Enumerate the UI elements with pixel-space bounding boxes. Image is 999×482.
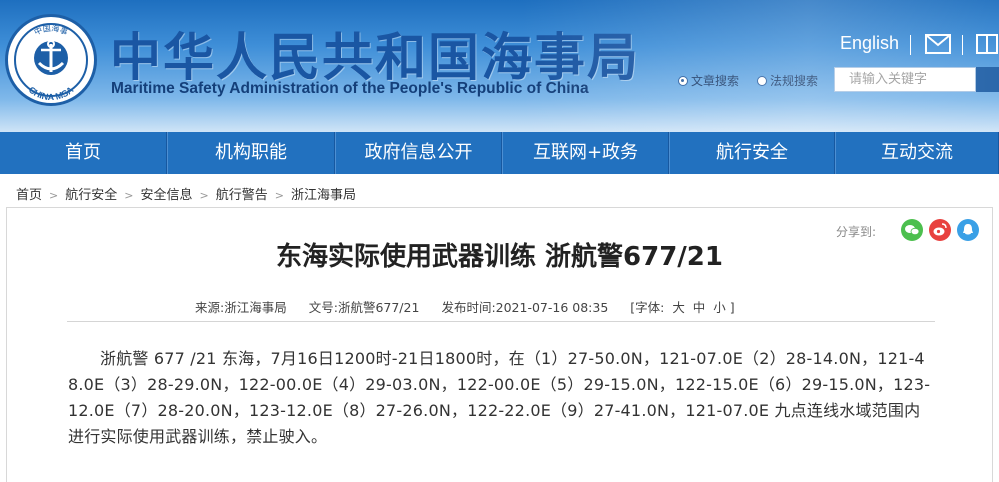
article-doc-no: 浙航警677/21 bbox=[337, 300, 420, 315]
article-source: 浙江海事局 bbox=[224, 300, 287, 315]
radio-selected-icon[interactable] bbox=[678, 76, 688, 86]
search-input[interactable]: 请输入关键字 bbox=[834, 67, 976, 92]
nav-item-gov-info[interactable]: 政府信息公开 bbox=[335, 132, 502, 174]
radio-unselected-icon[interactable] bbox=[757, 76, 767, 86]
divider bbox=[962, 35, 963, 55]
search-button[interactable] bbox=[976, 67, 999, 92]
radio-article-search[interactable]: 文章搜索 bbox=[678, 72, 739, 89]
doc-no-label: 文号: bbox=[308, 300, 338, 315]
chevron-right-icon: > bbox=[274, 189, 284, 202]
mail-icon[interactable] bbox=[925, 34, 951, 54]
site-subtitle: Maritime Safety Administration of the Pe… bbox=[111, 80, 589, 97]
site-header: 中国海事 CHINA MSA 中华人民共和国海事局 Maritime Safet… bbox=[0, 0, 999, 132]
font-size-controls[interactable]: [字体: 大 中 小 ] bbox=[630, 300, 734, 315]
chevron-right-icon: > bbox=[124, 189, 134, 202]
article-meta: 来源:浙江海事局 文号:浙航警677/21 发布时间:2021-07-16 08:3… bbox=[195, 297, 735, 316]
article-body: 浙航警 677 /21 东海，7月16日1200时-21日1800时，在（1）2… bbox=[68, 349, 931, 446]
book-icon[interactable] bbox=[975, 33, 999, 55]
meta-divider bbox=[67, 321, 935, 322]
date-label: 发布时间: bbox=[441, 300, 496, 315]
nav-item-functions[interactable]: 机构职能 bbox=[167, 132, 335, 174]
nav-item-interaction[interactable]: 互动交流 bbox=[835, 132, 999, 174]
breadcrumb-navigation-safety[interactable]: 航行安全 bbox=[65, 184, 117, 203]
breadcrumb-zhejiang-msa[interactable]: 浙江海事局 bbox=[291, 184, 356, 203]
svg-text:CHINA MSA: CHINA MSA bbox=[27, 84, 76, 102]
svg-text:中国海事: 中国海事 bbox=[32, 23, 69, 37]
nav-item-internet-gov[interactable]: 互联网+政务 bbox=[502, 132, 669, 174]
source-label: 来源: bbox=[195, 300, 225, 315]
nav-item-home[interactable]: 首页 bbox=[0, 132, 167, 174]
divider bbox=[910, 35, 911, 55]
main-nav: 首页 机构职能 政府信息公开 互联网+政务 航行安全 互动交流 bbox=[0, 132, 999, 174]
site-title: 中华人民共和国海事局 bbox=[110, 28, 641, 88]
breadcrumb: 首页 > 航行安全 > 安全信息 > 航行警告 > 浙江海事局 bbox=[16, 184, 356, 203]
article-title: 东海实际使用武器训练 浙航警677/21 bbox=[275, 242, 723, 272]
radio-regulation-search[interactable]: 法规搜索 bbox=[757, 72, 818, 89]
english-link[interactable]: English bbox=[840, 33, 899, 54]
chevron-right-icon: > bbox=[199, 189, 209, 202]
nav-item-navigation-safety[interactable]: 航行安全 bbox=[669, 132, 835, 174]
chevron-right-icon: > bbox=[49, 189, 59, 202]
breadcrumb-safety-info[interactable]: 安全信息 bbox=[140, 184, 192, 203]
breadcrumb-home[interactable]: 首页 bbox=[16, 184, 42, 203]
article-date: 2021-07-16 08:35 bbox=[495, 300, 609, 315]
breadcrumb-navigation-warning[interactable]: 航行警告 bbox=[216, 184, 268, 203]
china-msa-logo[interactable]: 中国海事 CHINA MSA bbox=[5, 14, 97, 106]
